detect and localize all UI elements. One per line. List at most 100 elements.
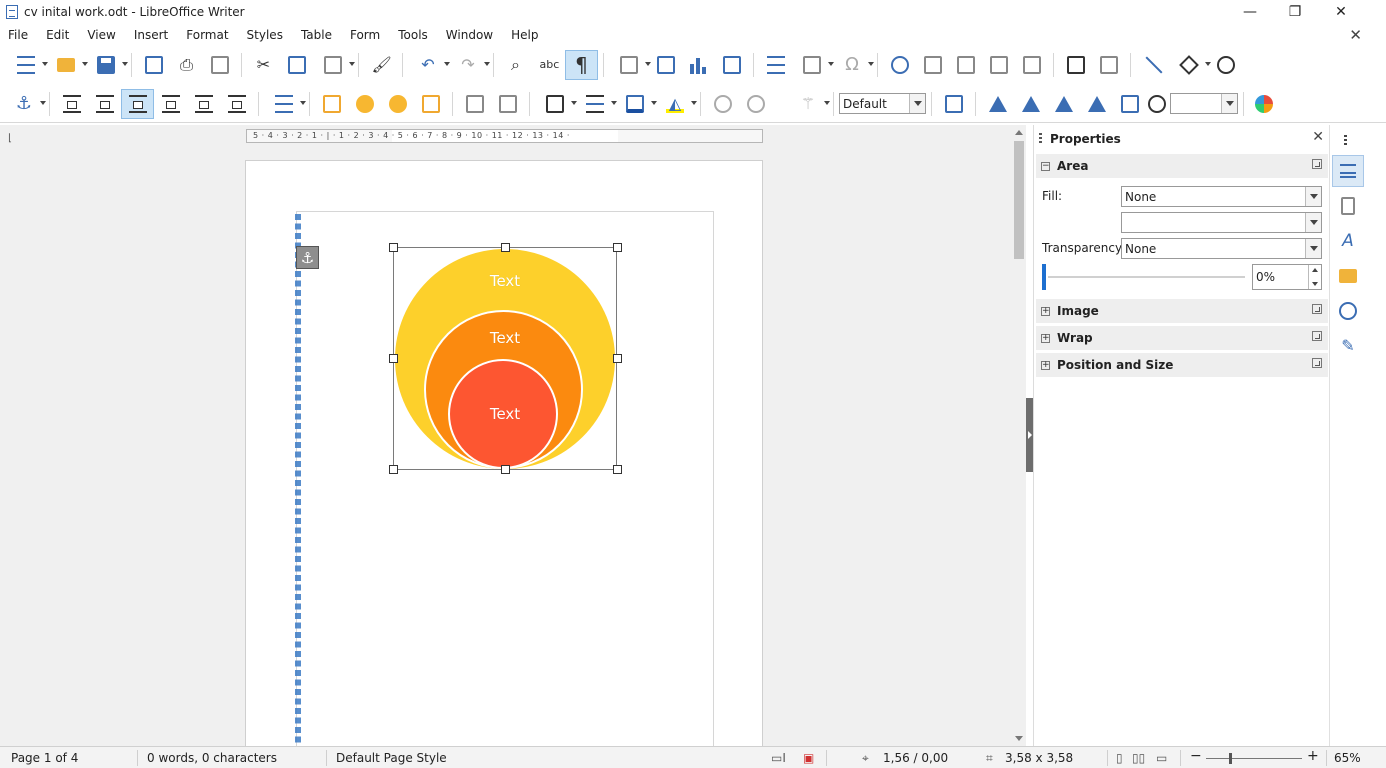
- insert-special-character-button[interactable]: Ω: [832, 50, 874, 80]
- transparency-select[interactable]: None: [1121, 238, 1322, 259]
- area-panel-header[interactable]: − Area: [1036, 154, 1328, 178]
- transparency-percent-field[interactable]: 0%: [1252, 264, 1322, 290]
- sidebar-menu-icon[interactable]: [1344, 135, 1347, 147]
- page-count[interactable]: Page 1 of 4: [11, 751, 78, 765]
- menu-tools[interactable]: Tools: [389, 28, 437, 42]
- wrap-panel-header[interactable]: + Wrap: [1036, 326, 1328, 350]
- fill-select[interactable]: None: [1121, 186, 1322, 207]
- draw-functions-button[interactable]: [1209, 50, 1242, 80]
- minimize-button[interactable]: —: [1227, 0, 1273, 24]
- more-options-icon[interactable]: [1312, 159, 1322, 169]
- tab-properties[interactable]: [1332, 155, 1364, 187]
- insert-hyperlink-button[interactable]: [883, 50, 916, 80]
- print-button[interactable]: ⎙: [170, 50, 203, 80]
- smartart-circles-graphic[interactable]: Text Text Text: [389, 243, 622, 474]
- menu-format[interactable]: Format: [177, 28, 237, 42]
- menu-styles[interactable]: Styles: [238, 28, 292, 42]
- menu-form[interactable]: Form: [341, 28, 389, 42]
- scroll-up-icon[interactable]: [1015, 130, 1023, 135]
- wrap-off-button[interactable]: [55, 89, 88, 119]
- background-color-button[interactable]: ◭: [655, 89, 697, 119]
- track-changes-button[interactable]: [1092, 50, 1125, 80]
- tab-styles[interactable]: A: [1332, 225, 1364, 257]
- rotate-left-button[interactable]: [1047, 89, 1080, 119]
- menu-window[interactable]: Window: [437, 28, 502, 42]
- anchor-icon[interactable]: ⚓: [296, 246, 319, 269]
- new-document-button[interactable]: [6, 50, 48, 80]
- close-sidebar-button[interactable]: ✕: [1312, 129, 1324, 145]
- tab-stop-type-icon[interactable]: ⌊: [8, 133, 12, 144]
- bring-to-front-button[interactable]: [315, 89, 348, 119]
- more-options-icon[interactable]: [1312, 304, 1322, 314]
- resize-handle-bottom-left[interactable]: [389, 465, 398, 474]
- zoom-slider[interactable]: [1206, 758, 1302, 759]
- basic-shapes-button[interactable]: [1169, 50, 1211, 80]
- insert-bookmark-button[interactable]: [982, 50, 1015, 80]
- scrollbar-thumb[interactable]: [1014, 141, 1024, 259]
- restore-button[interactable]: ❐: [1272, 0, 1318, 24]
- position-size-panel-header[interactable]: + Position and Size: [1036, 353, 1328, 377]
- crop-button[interactable]: [937, 89, 970, 119]
- insert-textbox-button[interactable]: [715, 50, 748, 80]
- insert-comment-button[interactable]: [1059, 50, 1092, 80]
- formatting-marks-button[interactable]: ¶: [565, 50, 598, 80]
- document-modified-icon[interactable]: ▣: [803, 751, 814, 765]
- print-preview-button[interactable]: [203, 50, 236, 80]
- single-page-view-icon[interactable]: ▯: [1116, 751, 1123, 765]
- transparency-spinner[interactable]: [1170, 93, 1238, 114]
- send-to-back-button[interactable]: [414, 89, 447, 119]
- zoom-level[interactable]: 65%: [1334, 751, 1361, 765]
- more-options-icon[interactable]: [1312, 331, 1322, 341]
- menu-edit[interactable]: Edit: [37, 28, 78, 42]
- flip-vertical-button[interactable]: [981, 89, 1014, 119]
- border-style-button[interactable]: [575, 89, 617, 119]
- collapse-icon[interactable]: −: [1041, 161, 1050, 171]
- selection-mode-icon[interactable]: ▭I: [771, 751, 786, 765]
- resize-handle-top-right[interactable]: [613, 243, 622, 252]
- open-button[interactable]: [46, 50, 88, 80]
- image-mode-select[interactable]: Default: [839, 93, 926, 114]
- to-background-button[interactable]: [491, 89, 524, 119]
- close-window-button[interactable]: ✕: [1318, 0, 1364, 24]
- tab-gallery[interactable]: [1332, 260, 1364, 292]
- unlink-frames-button[interactable]: [739, 89, 772, 119]
- insert-endnote-button[interactable]: [949, 50, 982, 80]
- insert-table-button[interactable]: [609, 50, 651, 80]
- forward-one-button[interactable]: [348, 89, 381, 119]
- borders-button[interactable]: [535, 89, 577, 119]
- sidebar-collapse-handle[interactable]: [1026, 398, 1033, 472]
- insert-chart-button[interactable]: [682, 50, 715, 80]
- zoom-out-button[interactable]: −: [1190, 748, 1202, 764]
- zoom-slider-knob[interactable]: [1229, 753, 1232, 764]
- insert-field-button[interactable]: [792, 50, 834, 80]
- zoom-in-button[interactable]: +: [1307, 748, 1319, 764]
- color-button[interactable]: [1146, 89, 1168, 119]
- page-style[interactable]: Default Page Style: [336, 751, 447, 765]
- horizontal-ruler[interactable]: 5 · 4 · 3 · 2 · 1 · | · 1 · 2 · 3 · 4 · …: [246, 129, 763, 143]
- image-color-button[interactable]: [1249, 89, 1279, 119]
- resize-handle-top[interactable]: [501, 243, 510, 252]
- paste-button[interactable]: [313, 50, 355, 80]
- copy-button[interactable]: [280, 50, 313, 80]
- link-frames-button[interactable]: [706, 89, 739, 119]
- redo-button[interactable]: ↷: [448, 50, 490, 80]
- flip-horizontal-button[interactable]: [1014, 89, 1047, 119]
- menu-help[interactable]: Help: [502, 28, 547, 42]
- tab-navigator[interactable]: [1332, 295, 1364, 327]
- vertical-scrollbar[interactable]: [1012, 125, 1026, 746]
- spelling-button[interactable]: abc: [532, 50, 565, 80]
- menu-view[interactable]: View: [78, 28, 124, 42]
- document-workspace[interactable]: ⌊ 5 · 4 · 3 · 2 · 1 · | · 1 · 2 · 3 · 4 …: [0, 125, 1012, 746]
- expand-icon[interactable]: +: [1041, 306, 1050, 316]
- book-view-icon[interactable]: ▭: [1156, 751, 1167, 765]
- find-replace-button[interactable]: ⌕: [499, 50, 532, 80]
- save-button[interactable]: [86, 50, 128, 80]
- undo-button[interactable]: ↶: [408, 50, 450, 80]
- resize-handle-bottom-right[interactable]: [613, 465, 622, 474]
- wrap-left-button[interactable]: [187, 89, 220, 119]
- wrap-right-button[interactable]: [220, 89, 253, 119]
- cut-button[interactable]: ✂: [247, 50, 280, 80]
- spinner-arrows-icon[interactable]: [1308, 265, 1321, 289]
- to-foreground-button[interactable]: [458, 89, 491, 119]
- wrap-page-button[interactable]: [88, 89, 121, 119]
